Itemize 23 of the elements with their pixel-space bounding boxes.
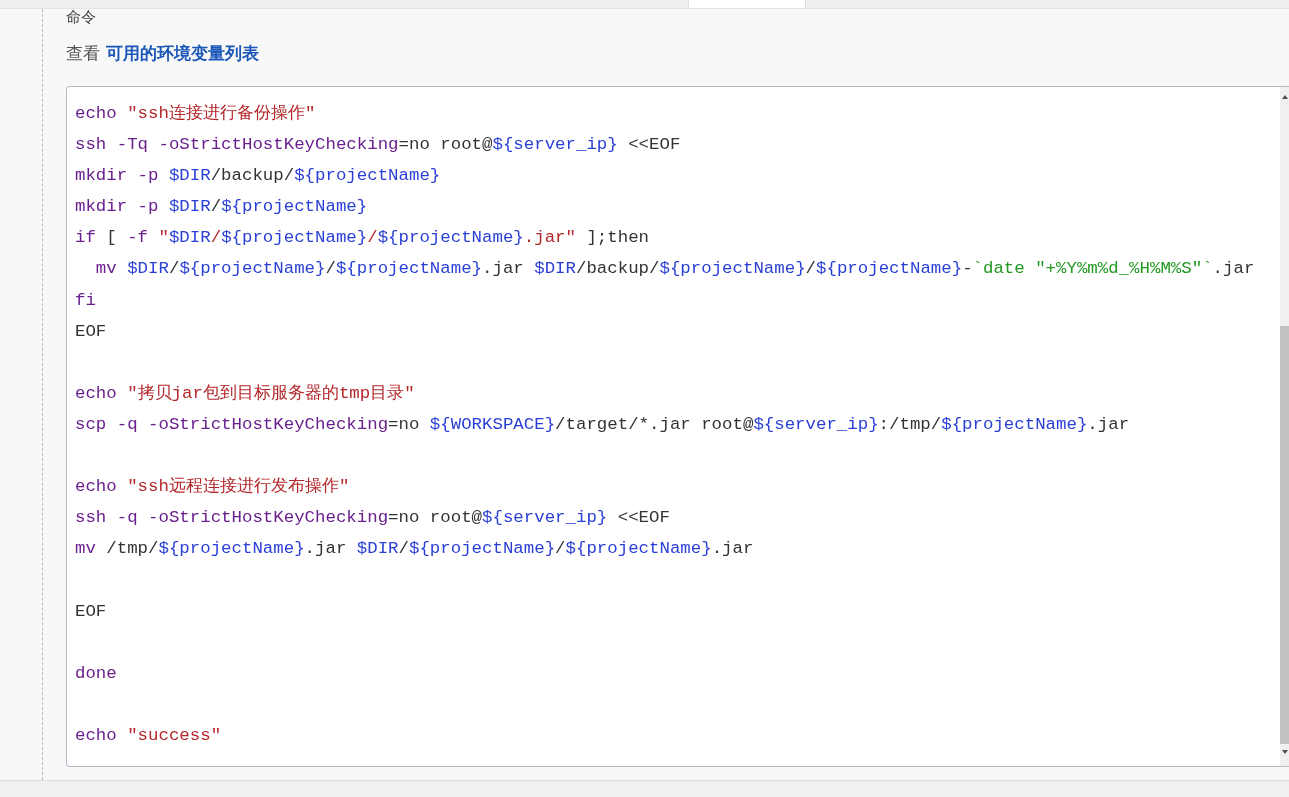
hint-text: 查看 xyxy=(66,42,100,65)
code-line: mv $DIR/${projectName}/${projectName}.jar $DIR/backup/${projectName}/${projectName}-`date "+%Y%m%d_%H%M%S"`.jar xyxy=(94,258,1256,281)
code-line: mv /tmp/${projectName}.jar $DIR/${projectName}/${projectName}.jar xyxy=(75,538,755,561)
code-line: if [ -f "$DIR/${projectName}/${projectName}.jar" ];then xyxy=(75,227,651,250)
scroll-up-icon[interactable] xyxy=(1281,95,1288,99)
code-line: fi xyxy=(75,289,97,312)
code-line: EOF xyxy=(75,320,108,343)
code-line: echo "success" xyxy=(75,724,223,747)
code-line: mkdir -p $DIR/${projectName} xyxy=(75,196,369,219)
scrollbar-thumb[interactable] xyxy=(1280,326,1289,744)
code-line: echo "拷贝jar包到目标服务器的tmp目录" xyxy=(75,382,416,405)
scroll-down-icon[interactable] xyxy=(1281,750,1288,754)
code-line: echo "ssh远程连接进行发布操作" xyxy=(75,476,351,499)
code-line: done xyxy=(75,662,118,685)
scrollbar[interactable] xyxy=(1280,87,1289,766)
code-line: echo "ssh连接进行备份操作" xyxy=(75,103,317,125)
code-line: mkdir -p $DIR/backup/${projectName} xyxy=(75,165,442,188)
code-line: ssh -Tq -oStrictHostKeyChecking=no root@${server_ip} <<EOF xyxy=(75,134,682,157)
code-line: ssh -q -oStrictHostKeyChecking=no root@${server_ip} <<EOF xyxy=(75,507,671,530)
section-label: 命令 xyxy=(66,8,96,26)
code-line: scp -q -oStrictHostKeyChecking=no ${WORKSPACE}/target/*.jar root@${server_ip}:/tmp/${projectName}.jar xyxy=(75,413,1131,436)
env-variables-link[interactable]: 可用的环境变量列表 xyxy=(106,42,259,65)
code-line: EOF xyxy=(75,600,108,623)
